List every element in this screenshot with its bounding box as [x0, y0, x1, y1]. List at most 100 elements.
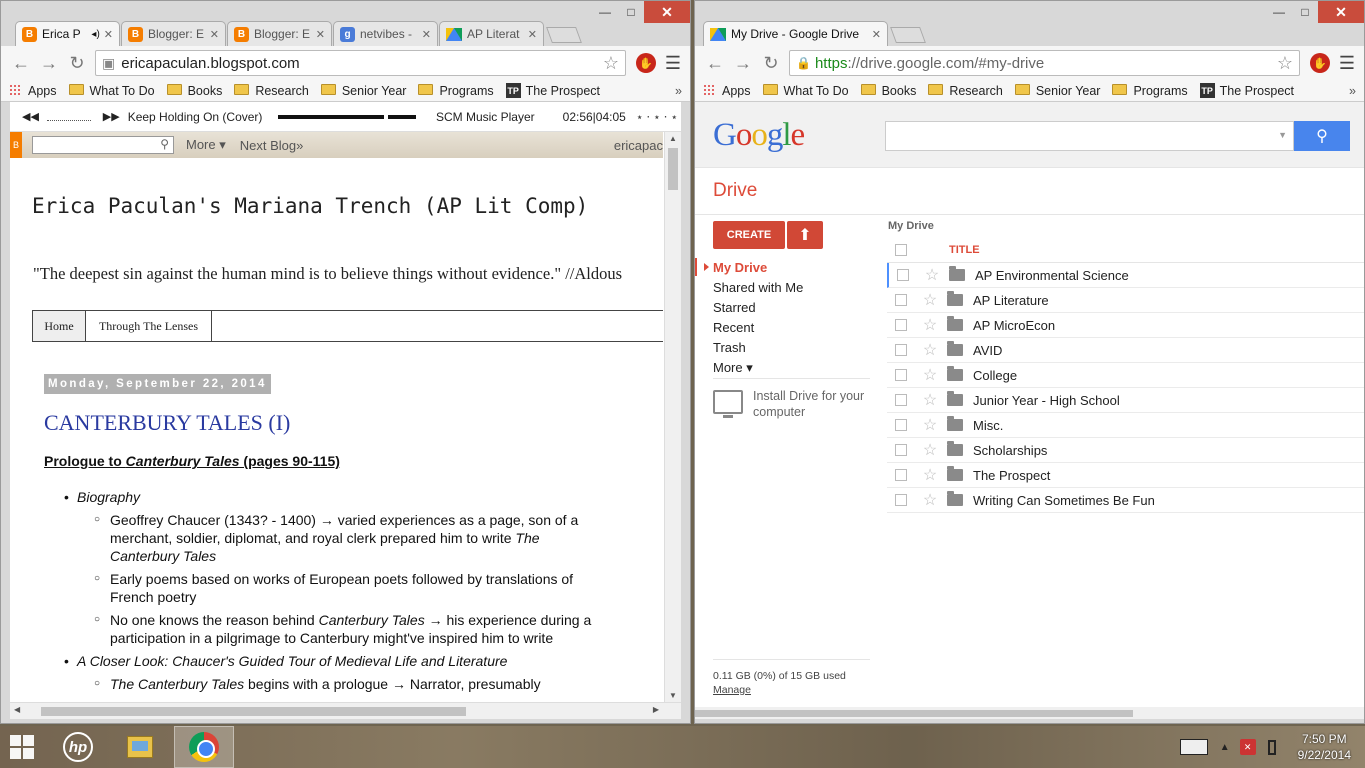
- adblock-icon[interactable]: ✋: [636, 53, 656, 73]
- nav-more[interactable]: More ▾: [713, 358, 803, 378]
- search-options-icon[interactable]: ▼: [1278, 130, 1287, 140]
- google-logo[interactable]: Google: [713, 117, 805, 154]
- table-row[interactable]: ☆ AP Environmental Science: [887, 263, 1364, 288]
- minimize-button[interactable]: —: [592, 1, 618, 23]
- folder-name[interactable]: The Prospect: [973, 468, 1050, 483]
- bookmark-programs[interactable]: Programs: [1112, 84, 1188, 98]
- bookmark-research[interactable]: Research: [928, 84, 1003, 98]
- more-menu[interactable]: More ▾: [186, 137, 226, 153]
- touch-keyboard-icon[interactable]: [1179, 739, 1208, 755]
- close-icon[interactable]: ✕: [872, 28, 881, 41]
- bookmark-apps[interactable]: Apps: [9, 84, 57, 98]
- tab-blogger-1[interactable]: B Blogger: E ✕: [121, 21, 226, 46]
- star-icon[interactable]: ☆: [919, 490, 941, 510]
- forward-arrow-icon[interactable]: →: [35, 53, 63, 74]
- new-tab-button[interactable]: [546, 27, 582, 43]
- nav-my-drive[interactable]: My Drive: [703, 258, 803, 278]
- bookmark-research[interactable]: Research: [234, 84, 309, 98]
- nav-recent[interactable]: Recent: [713, 318, 803, 338]
- folder-name[interactable]: AVID: [973, 343, 1002, 358]
- search-button[interactable]: ⚲: [1294, 121, 1350, 151]
- folder-name[interactable]: AP MicroEcon: [973, 318, 1055, 333]
- star-icon[interactable]: ☆: [919, 315, 941, 335]
- page-tab-through-the-lenses[interactable]: Through The Lenses: [86, 311, 212, 341]
- scroll-up-icon[interactable]: ▲: [669, 134, 677, 143]
- close-icon[interactable]: ✕: [316, 28, 325, 41]
- bookmark-the-prospect[interactable]: TP The Prospect: [505, 83, 600, 98]
- row-checkbox[interactable]: [895, 319, 907, 331]
- taskbar-file-explorer[interactable]: [112, 726, 168, 768]
- table-row[interactable]: ☆ Junior Year - High School: [887, 388, 1364, 413]
- row-checkbox[interactable]: [897, 269, 909, 281]
- star-icon[interactable]: ☆: [919, 290, 941, 310]
- menu-icon[interactable]: ☰: [1336, 53, 1358, 74]
- close-button[interactable]: ✕: [644, 1, 690, 23]
- star-icon[interactable]: ☆: [919, 440, 941, 460]
- close-icon[interactable]: ✕: [210, 28, 219, 41]
- folder-name[interactable]: Junior Year - High School: [973, 393, 1120, 408]
- folder-name[interactable]: Scholarships: [973, 443, 1047, 458]
- scroll-thumb[interactable]: [41, 707, 466, 716]
- taskbar-chrome[interactable]: [174, 726, 234, 768]
- install-drive-link[interactable]: Install Drive for your computer: [713, 388, 871, 420]
- row-checkbox[interactable]: [895, 494, 907, 506]
- bookmark-senior-year[interactable]: Senior Year: [320, 84, 406, 98]
- drive-title[interactable]: Drive: [713, 180, 757, 202]
- bookmark-programs[interactable]: Programs: [418, 84, 494, 98]
- upload-button[interactable]: ⬆: [787, 221, 823, 249]
- bookmark-books[interactable]: Books: [166, 84, 222, 98]
- more-bookmarks-icon[interactable]: »: [675, 84, 682, 98]
- folder-name[interactable]: AP Environmental Science: [975, 268, 1129, 283]
- star-icon[interactable]: ☆: [919, 390, 941, 410]
- show-hidden-icons-icon[interactable]: ▲: [1220, 742, 1230, 753]
- new-tab-button[interactable]: [890, 27, 926, 43]
- menu-icon[interactable]: ☰: [662, 53, 684, 74]
- search-icon[interactable]: ⚲: [160, 137, 169, 151]
- row-checkbox[interactable]: [895, 469, 907, 481]
- adblock-icon[interactable]: ✋: [1310, 53, 1330, 73]
- star-icon[interactable]: ☆: [919, 415, 941, 435]
- horizontal-scrollbar[interactable]: [695, 707, 1364, 719]
- breadcrumb[interactable]: My Drive: [888, 220, 934, 232]
- reload-icon[interactable]: ↻: [63, 53, 91, 74]
- taskbar-hp[interactable]: hp: [50, 726, 106, 768]
- bookmark-books[interactable]: Books: [860, 84, 916, 98]
- scroll-thumb[interactable]: [695, 710, 1133, 717]
- table-row[interactable]: ☆ AVID: [887, 338, 1364, 363]
- table-row[interactable]: ☆ Writing Can Sometimes Be Fun: [887, 488, 1364, 513]
- table-row[interactable]: ☆ AP Literature: [887, 288, 1364, 313]
- drive-search-input[interactable]: ▼: [885, 121, 1294, 151]
- blogger-icon[interactable]: B: [10, 132, 22, 158]
- scroll-left-icon[interactable]: ◀: [14, 705, 20, 714]
- select-all-checkbox[interactable]: [895, 243, 907, 256]
- tab-blogger-2[interactable]: B Blogger: E ✕: [227, 21, 332, 46]
- address-bar[interactable]: ▣ ericapaculan.blogspot.com ☆: [95, 50, 626, 76]
- post-title[interactable]: CANTERBURY TALES (I): [44, 410, 290, 436]
- nav-trash[interactable]: Trash: [713, 338, 803, 358]
- horizontal-scrollbar[interactable]: ◀ ▶: [10, 702, 681, 719]
- close-icon[interactable]: ✕: [422, 28, 431, 41]
- progress-bar[interactable]: [278, 114, 385, 119]
- close-button[interactable]: ✕: [1318, 1, 1364, 23]
- star-icon[interactable]: ☆: [919, 465, 941, 485]
- folder-name[interactable]: College: [973, 368, 1017, 383]
- row-checkbox[interactable]: [895, 394, 907, 406]
- table-row[interactable]: ☆ AP MicroEcon: [887, 313, 1364, 338]
- blog-search-input[interactable]: ⚲: [32, 136, 174, 154]
- tab-my-drive[interactable]: My Drive - Google Drive ✕: [703, 21, 888, 46]
- table-row[interactable]: ☆ Misc.: [887, 413, 1364, 438]
- create-button[interactable]: CREATE: [713, 221, 785, 249]
- reload-icon[interactable]: ↻: [757, 53, 785, 74]
- close-icon[interactable]: ✕: [528, 28, 537, 41]
- battery-icon[interactable]: [1267, 739, 1276, 755]
- bookmark-apps[interactable]: Apps: [703, 84, 751, 98]
- row-checkbox[interactable]: [895, 444, 907, 456]
- nav-shared-with-me[interactable]: Shared with Me: [713, 278, 803, 298]
- forward-arrow-icon[interactable]: →: [729, 53, 757, 74]
- bookmark-what-to-do[interactable]: What To Do: [68, 84, 155, 98]
- row-checkbox[interactable]: [895, 344, 907, 356]
- tab-erica[interactable]: B Erica P ◂) ✕: [15, 21, 120, 46]
- folder-name[interactable]: Misc.: [973, 418, 1003, 433]
- more-bookmarks-icon[interactable]: »: [1349, 84, 1356, 98]
- nav-starred[interactable]: Starred: [713, 298, 803, 318]
